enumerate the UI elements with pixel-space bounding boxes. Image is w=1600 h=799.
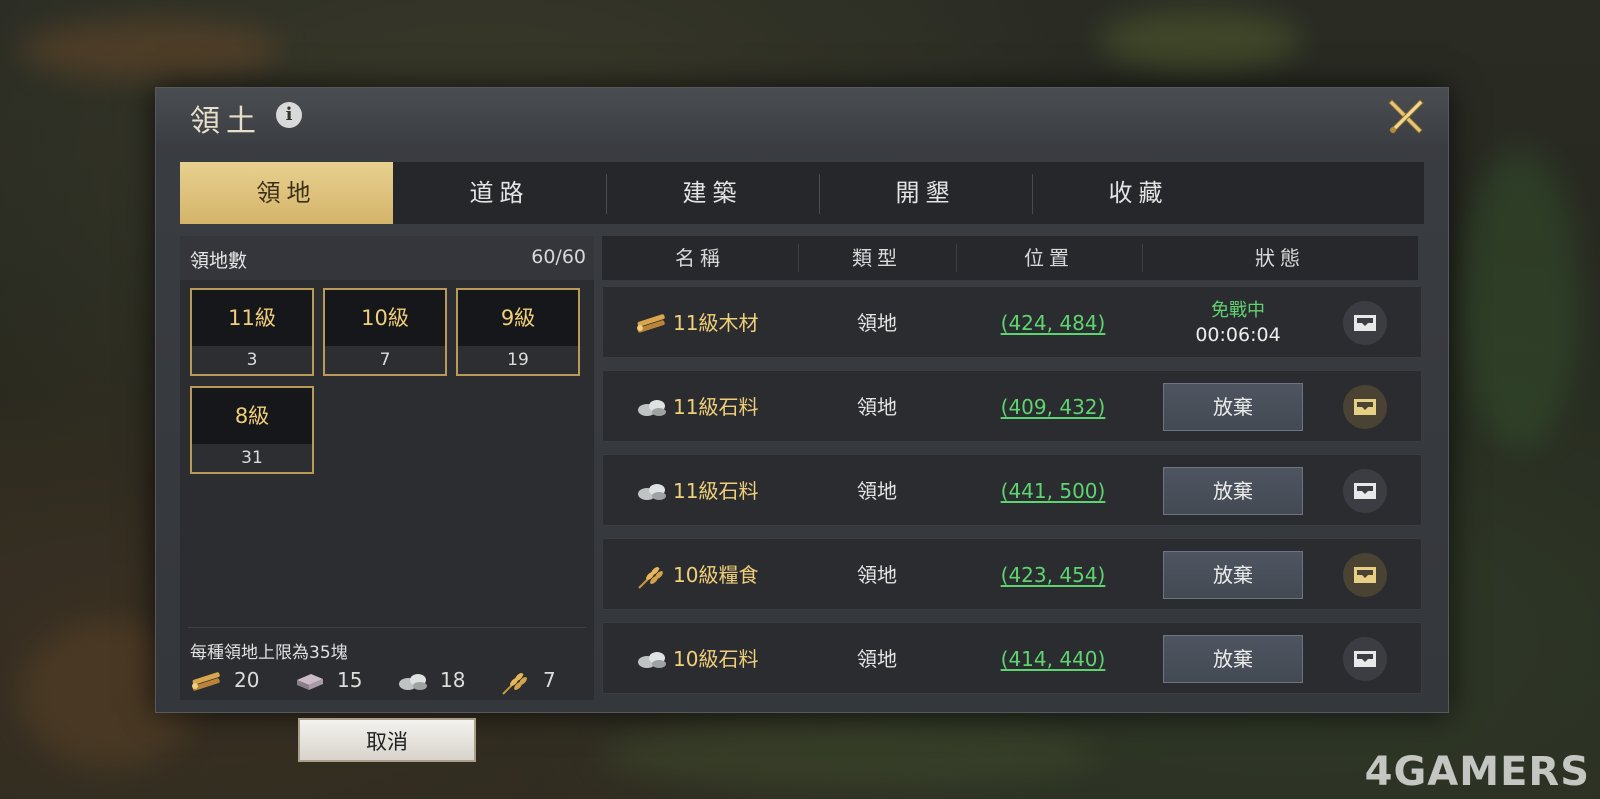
tab-bar: 領地 道路 建築 開墾 收藏 xyxy=(180,162,1424,224)
dialog-title: 領土 xyxy=(190,104,262,139)
dialog-header: 領土 i xyxy=(156,88,1448,144)
level-label: 9級 xyxy=(458,290,578,346)
cancel-button[interactable]: 取消 xyxy=(298,718,476,762)
bookmark-tray-icon xyxy=(1354,651,1376,667)
stone-icon xyxy=(399,674,427,690)
tab-territory[interactable]: 領地 xyxy=(180,162,393,224)
resource-counts: 20 15 18 7 xyxy=(190,668,590,696)
territory-type: 領地 xyxy=(857,563,897,587)
column-header-type: 類型 xyxy=(852,246,902,270)
territory-type: 領地 xyxy=(857,395,897,419)
bookmark-tray-icon xyxy=(1354,315,1376,331)
coordinates-link[interactable]: (424, 484) xyxy=(973,287,1133,359)
watermark: 4GAMERS xyxy=(1364,749,1590,795)
level-card-9[interactable]: 9級 19 xyxy=(456,288,580,376)
coordinates-link[interactable]: (423, 454) xyxy=(973,539,1133,611)
abandon-button[interactable]: 放棄 xyxy=(1163,383,1303,431)
divider xyxy=(188,627,586,628)
abandon-button[interactable]: 放棄 xyxy=(1163,467,1303,515)
stone-icon xyxy=(638,484,666,500)
favorite-button[interactable] xyxy=(1343,301,1387,345)
abandon-button[interactable]: 放棄 xyxy=(1163,635,1303,683)
summary-header: 領地數 60/60 xyxy=(180,236,594,280)
summary-title: 領地數 xyxy=(190,250,248,272)
tab-reclaim[interactable]: 開墾 xyxy=(819,162,1032,224)
level-label: 10級 xyxy=(325,290,445,346)
level-count: 19 xyxy=(458,346,578,374)
territory-count: 60/60 xyxy=(531,246,586,268)
territory-type: 領地 xyxy=(857,479,897,503)
coordinates-link[interactable]: (441, 500) xyxy=(973,455,1133,527)
favorite-button[interactable] xyxy=(1343,637,1387,681)
table-row: 11級石料 領地 (409, 432) 放棄 xyxy=(602,370,1422,442)
wood-icon xyxy=(192,672,220,691)
territory-type: 領地 xyxy=(857,647,897,671)
abandon-button[interactable]: 放棄 xyxy=(1163,551,1303,599)
protection-label: 免戰中 xyxy=(1211,300,1265,321)
bookmark-tray-icon xyxy=(1354,567,1376,583)
territory-summary-panel: 領地數 60/60 11級 3 10級 7 9級 19 8級 31 每種領地上限… xyxy=(180,236,594,762)
protection-timer: 00:06:04 xyxy=(1195,324,1281,346)
bookmark-tray-icon xyxy=(1354,399,1376,415)
info-icon[interactable]: i xyxy=(276,102,302,128)
grain-icon xyxy=(502,673,527,695)
resource-value: 20 xyxy=(234,668,260,692)
level-card-11[interactable]: 11級 3 xyxy=(190,288,314,376)
resource-value: 18 xyxy=(440,668,466,692)
coordinates-link[interactable]: (409, 432) xyxy=(973,371,1133,443)
level-count: 31 xyxy=(192,444,312,472)
column-header-status: 狀態 xyxy=(1255,246,1305,270)
close-icon[interactable] xyxy=(1386,96,1426,136)
favorite-button[interactable] xyxy=(1343,385,1387,429)
column-header-position: 位置 xyxy=(1024,246,1074,270)
wood-icon xyxy=(637,314,665,333)
iron-icon xyxy=(297,674,323,690)
favorite-button[interactable] xyxy=(1343,469,1387,513)
coordinates-link[interactable]: (414, 440) xyxy=(973,623,1133,695)
territory-list-panel: 名稱 類型 位置 狀態 11級木材 領地 (424, 484) 免戰中 00:0… xyxy=(602,236,1424,700)
grain-icon xyxy=(638,567,663,589)
resource-value: 15 xyxy=(337,668,363,692)
level-count: 3 xyxy=(192,346,312,374)
level-label: 11級 xyxy=(192,290,312,346)
table-row: 10級石料 領地 (414, 440) 放棄 xyxy=(602,622,1422,694)
tab-favorites[interactable]: 收藏 xyxy=(1032,162,1245,224)
level-count: 7 xyxy=(325,346,445,374)
protection-status: 免戰中 00:06:04 xyxy=(1163,299,1313,347)
resource-value: 7 xyxy=(543,668,556,692)
favorite-button[interactable] xyxy=(1343,553,1387,597)
bookmark-tray-icon xyxy=(1354,483,1376,499)
table-header: 名稱 類型 位置 狀態 xyxy=(602,236,1418,280)
stone-icon xyxy=(638,652,666,668)
stone-icon xyxy=(638,400,666,416)
tab-buildings[interactable]: 建築 xyxy=(606,162,819,224)
table-row: 10級糧食 領地 (423, 454) 放棄 xyxy=(602,538,1422,610)
tab-roads[interactable]: 道路 xyxy=(393,162,606,224)
table-row: 11級石料 領地 (441, 500) 放棄 xyxy=(602,454,1422,526)
level-card-8[interactable]: 8級 31 xyxy=(190,386,314,474)
level-card-10[interactable]: 10級 7 xyxy=(323,288,447,376)
limit-text: 每種領地上限為35塊 xyxy=(190,643,348,663)
column-header-name: 名稱 xyxy=(675,246,725,270)
level-label: 8級 xyxy=(192,388,312,444)
table-row: 11級木材 領地 (424, 484) 免戰中 00:06:04 xyxy=(602,286,1422,358)
territory-type: 領地 xyxy=(857,311,897,335)
territory-dialog: 領土 i 領地 道路 建築 開墾 收藏 領地數 60/60 11級 3 10級 xyxy=(155,87,1449,762)
